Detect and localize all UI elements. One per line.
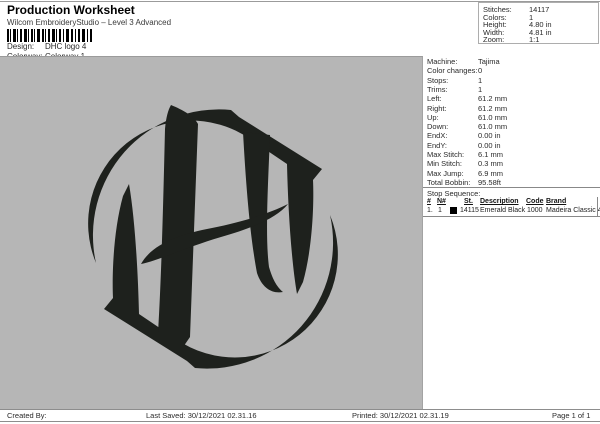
footer-bottom-rule [0,421,600,422]
color-changes-value: 0 [478,66,483,75]
stops-label: Stops: [427,76,449,85]
dhc-monogram-logo [88,105,338,369]
app-subtitle: Wilcom EmbroideryStudio – Level 3 Advanc… [7,18,172,27]
design-summary-box: Stitches: 14117 Colors: 1 Height: 4.80 i… [478,2,599,44]
trims-label: Trims: [427,85,448,94]
total-bobbin-value: 95.58ft [478,178,501,187]
stop-sequence-divider [423,187,600,188]
left-label: Left: [427,94,442,103]
table-right-rule [597,197,598,216]
up-label: Up: [427,113,439,122]
min-stitch-value: 0.3 mm [478,159,504,168]
max-stitch-label: Max Stitch: [427,150,465,159]
created-by-label: Created By: [7,411,47,420]
page-title: Production Worksheet [7,3,135,17]
left-value: 61.2 mm [478,94,508,103]
zoom-label: Zoom: [483,35,505,44]
page-number: Page 1 of 1 [552,411,591,420]
design-label: Design: [7,42,35,51]
down-value: 61.0 mm [478,122,508,131]
col-st: St. [464,198,473,205]
total-bobbin-label: Total Bobbin: [427,178,471,187]
col-brand: Brand [546,198,567,205]
endy-label: EndY: [427,141,448,150]
col-code: Code [526,198,544,205]
endy-value: 0.00 in [478,141,501,150]
stops-value: 1 [478,76,483,85]
production-worksheet-page: Production Worksheet Wilcom EmbroiderySt… [0,0,600,424]
design-value: DHC logo 4 [45,42,87,51]
last-saved-text: Last Saved: 30/12/2021 02.31.16 [146,411,257,420]
up-value: 61.0 mm [478,113,508,122]
row-st: 14115 [460,207,479,214]
row-brand: Madeira Classic 40 [546,207,600,214]
right-label: Right: [427,104,447,113]
right-value: 61.2 mm [478,104,508,113]
trims-value: 1 [478,85,483,94]
machine-value: Tajima [478,57,500,66]
stop-sequence-title: Stop Sequence: [427,189,481,198]
zoom-value: 1:1 [529,35,540,44]
footer-top-rule [0,409,600,410]
min-stitch-label: Min Stitch: [427,159,463,168]
col-n: N# [437,198,446,205]
thread-color-swatch [450,207,457,214]
endx-label: EndX: [427,131,448,140]
max-jump-value: 6.9 mm [478,169,504,178]
color-changes-label: Color changes: [427,66,478,75]
max-jump-label: Max Jump: [427,169,464,178]
row-code: 1000 [527,207,543,214]
max-stitch-value: 6.1 mm [478,150,504,159]
table-bottom-rule [423,216,600,217]
down-label: Down: [427,122,449,131]
barcode-icon [7,29,92,42]
row-num: 1. [427,207,433,214]
col-num: # [427,198,431,205]
col-description: Description [480,198,519,205]
printed-text: Printed: 30/12/2021 02.31.19 [352,411,449,420]
machine-label: Machine: [427,57,458,66]
design-preview-canvas [0,56,423,409]
row-description: Emerald Black [480,207,526,214]
endx-value: 0.00 in [478,131,501,140]
row-n: 1 [438,207,442,214]
